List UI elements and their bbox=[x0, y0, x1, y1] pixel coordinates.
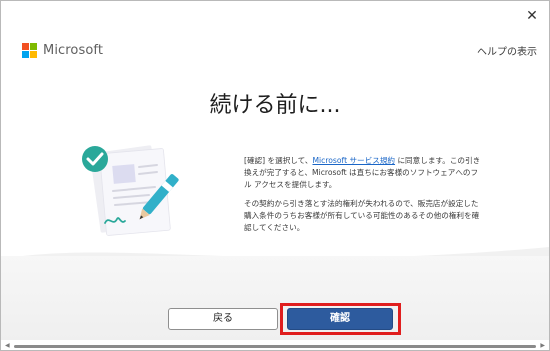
scroll-right-icon[interactable]: ▶ bbox=[540, 342, 545, 349]
page-title: 続ける前に... bbox=[209, 93, 341, 118]
logo-square-green bbox=[30, 42, 37, 50]
terms-paragraph-1: [確認] を選択して、Microsoft サービス規約 に同意します。この引き換… bbox=[244, 156, 481, 189]
dialog-window: ✕ Microsoft ヘルプの表示 続ける前に... [確認] を選択して、M… bbox=[0, 0, 550, 351]
terms-text: [確認] を選択して、Microsoft サービス規約 に同意します。この引き換… bbox=[244, 155, 484, 234]
close-button[interactable]: ✕ bbox=[521, 7, 543, 25]
horizontal-scrollbar[interactable]: ◀ ▶ bbox=[5, 342, 545, 349]
logo-square-blue bbox=[22, 50, 29, 58]
scrollbar-thumb[interactable] bbox=[14, 345, 536, 348]
microsoft-logo-icon bbox=[22, 42, 37, 58]
brand: Microsoft bbox=[22, 42, 103, 58]
service-terms-link[interactable]: Microsoft サービス規約 bbox=[312, 156, 395, 165]
back-button[interactable]: 戻る bbox=[168, 308, 278, 330]
close-icon: ✕ bbox=[526, 8, 538, 24]
terms-paragraph-2: その契約から引き落とす法的権利が失われるので、販売店が設定した購入条件のうちお客… bbox=[244, 199, 480, 232]
scroll-left-icon[interactable]: ◀ bbox=[5, 342, 10, 349]
brand-name: Microsoft bbox=[43, 42, 104, 58]
document-signing-illustration bbox=[82, 145, 179, 236]
logo-square-yellow bbox=[30, 50, 37, 58]
logo-square-red bbox=[22, 42, 29, 50]
confirm-button[interactable]: 確認 bbox=[287, 308, 393, 330]
help-link[interactable]: ヘルプの表示 bbox=[477, 43, 537, 58]
